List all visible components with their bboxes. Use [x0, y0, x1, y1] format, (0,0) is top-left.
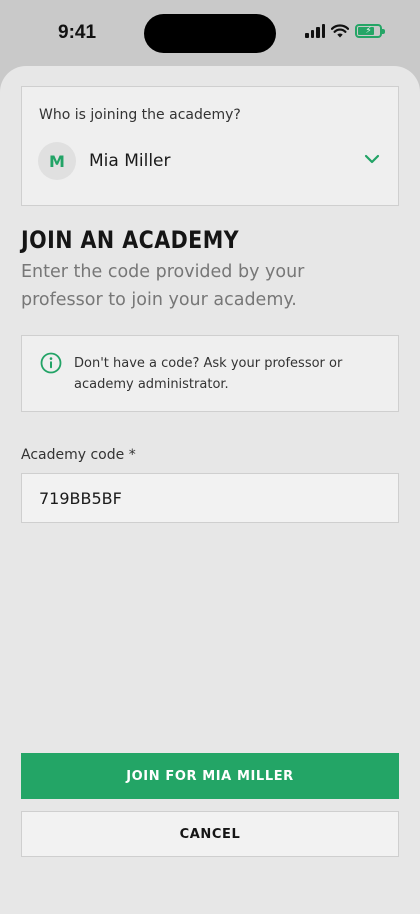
battery-icon: ⚡ [355, 24, 385, 38]
user-picker-label: Who is joining the academy? [39, 107, 241, 123]
user-picker[interactable]: Who is joining the academy? M Mia Miller [21, 86, 399, 206]
chevron-down-icon[interactable] [364, 153, 380, 165]
status-time: 9:41 [58, 22, 97, 43]
academy-code-label: Academy code * [21, 447, 136, 463]
wifi-icon [331, 24, 349, 38]
status-icons: ⚡ [305, 24, 385, 38]
cancel-button[interactable]: CANCEL [21, 811, 399, 857]
info-callout: Don't have a code? Ask your professor or… [21, 335, 399, 412]
selected-user-name: Mia Miller [89, 151, 171, 171]
academy-code-input[interactable] [21, 473, 399, 523]
info-text: Don't have a code? Ask your professor or… [74, 356, 343, 392]
dynamic-island [144, 14, 276, 53]
join-button[interactable]: JOIN FOR MIA MILLER [21, 753, 399, 799]
info-icon [40, 352, 62, 374]
cellular-signal-icon [305, 24, 325, 38]
page-subtitle: Enter the code provided by your professo… [21, 262, 305, 310]
join-academy-sheet: Who is joining the academy? M Mia Miller… [0, 66, 420, 914]
page-title: JOIN AN ACADEMY [21, 226, 240, 254]
avatar: M [38, 142, 76, 180]
status-bar: 9:41 ⚡ [0, 0, 420, 66]
